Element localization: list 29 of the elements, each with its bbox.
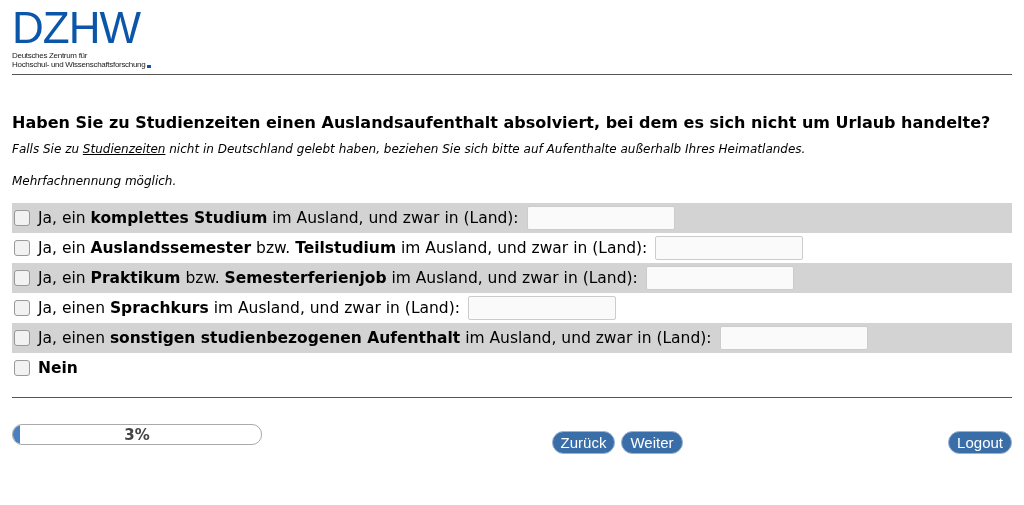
- logo-subtitle: Hochschul- und Wissenschaftsforschung: [12, 60, 146, 69]
- logo-subtitle: Deutsches Zentrum für: [12, 51, 89, 60]
- country-input[interactable]: [645, 266, 794, 290]
- square-icon: [147, 65, 152, 68]
- option-label: Ja, ein komplettes Studium im Ausland, und zwar in (Land):: [38, 209, 519, 227]
- logout-button[interactable]: Logout: [948, 431, 1012, 454]
- checkbox[interactable]: [14, 210, 30, 226]
- question-note: Mehrfachnennung möglich.: [12, 173, 177, 189]
- hint-link[interactable]: Studienzeiten: [82, 142, 166, 156]
- option-label: Nein: [38, 359, 78, 377]
- country-input[interactable]: [526, 206, 675, 230]
- option-label: Ja, einen sonstigen studienbezogenen Aufenthalt im Ausland, und zwar in (Land):: [38, 329, 712, 347]
- checkbox[interactable]: [14, 330, 30, 346]
- logo-wordmark: DZHW: [12, 10, 140, 46]
- nav-button[interactable]: Zurück: [551, 431, 616, 454]
- progress-text: 3%: [124, 425, 150, 444]
- option-label: Ja, ein Auslandssemester bzw. Teilstudium im Ausland, und zwar in (Land):: [38, 239, 648, 257]
- option-label: Ja, einen Sprachkurs im Ausland, und zwar in (Land):: [38, 299, 460, 317]
- checkbox[interactable]: [14, 240, 30, 256]
- question-hint: Falls Sie zu Studienzeiten nicht in Deutschland gelebt haben, beziehen Sie sich bitte auf Aufenthalte außerhalb Ihres Heimatlandes.: [12, 141, 806, 157]
- checkbox[interactable]: [14, 300, 30, 316]
- checkbox[interactable]: [14, 270, 30, 286]
- country-input[interactable]: [468, 296, 616, 320]
- country-input[interactable]: [655, 236, 804, 260]
- nav-button[interactable]: Weiter: [621, 431, 683, 454]
- question-title: Haben Sie zu Studienzeiten einen Auslandsaufenthalt absolviert, bei dem es sich nicht um Urlaub handelte?: [12, 113, 992, 133]
- country-input[interactable]: [719, 326, 868, 350]
- checkbox[interactable]: [14, 360, 30, 376]
- option-label: Ja, ein Praktikum bzw. Semesterferienjob im Ausland, und zwar in (Land):: [38, 269, 638, 287]
